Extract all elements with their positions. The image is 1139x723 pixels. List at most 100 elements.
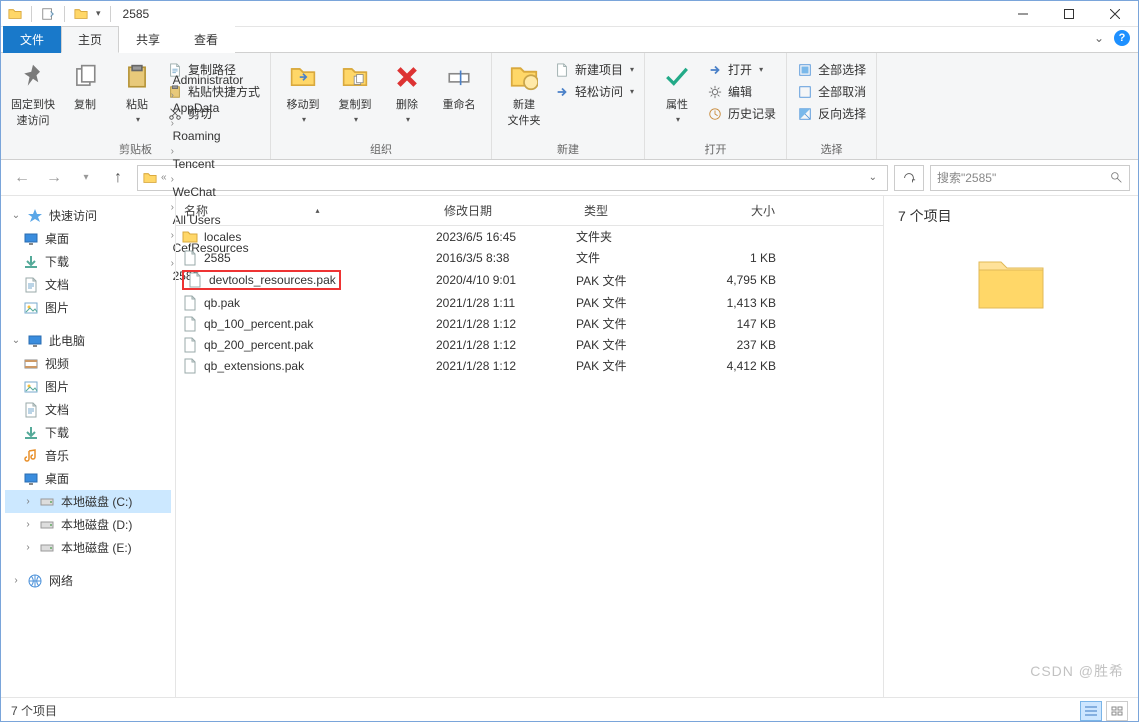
- file-icon: [182, 250, 198, 266]
- copy-to-button[interactable]: 复制到▾: [331, 57, 379, 124]
- close-button[interactable]: [1092, 1, 1138, 27]
- file-row[interactable]: qb.pak2021/1/28 1:11PAK 文件1,413 KB: [176, 292, 883, 313]
- file-date: 2023/6/5 16:45: [436, 230, 576, 244]
- breadcrumb-chevron-icon[interactable]: ›: [170, 174, 175, 185]
- tab-home[interactable]: 主页: [61, 26, 119, 53]
- file-icon: [187, 272, 203, 288]
- qat-properties-icon[interactable]: [38, 4, 58, 24]
- nav-disk-c[interactable]: ›本地磁盘 (C:): [5, 490, 171, 513]
- breadcrumb-segment[interactable]: Tencent: [170, 157, 252, 171]
- address-dropdown-icon[interactable]: ⌄: [863, 172, 883, 183]
- nav-disk-d[interactable]: ›本地磁盘 (D:): [5, 513, 171, 536]
- file-name: 2585: [204, 251, 231, 265]
- window-title: 2585: [119, 7, 150, 21]
- easy-access-button[interactable]: 轻松访问▾: [552, 82, 636, 101]
- address-folder-icon: [142, 171, 158, 185]
- ribbon-collapse-icon[interactable]: ⌄: [1094, 31, 1104, 45]
- tab-view[interactable]: 查看: [177, 26, 235, 53]
- nav-pc-pictures[interactable]: 图片: [5, 375, 171, 398]
- details-count: 7 个项目: [898, 206, 1124, 226]
- pin-to-quick-access-button[interactable]: 固定到快 速访问: [9, 57, 57, 128]
- pin-label: 固定到快 速访问: [11, 96, 55, 128]
- file-row[interactable]: locales2023/6/5 16:45文件夹: [176, 226, 883, 247]
- file-size: 1 KB: [696, 251, 796, 265]
- new-folder-button[interactable]: 新建 文件夹: [500, 57, 548, 128]
- nav-back-button[interactable]: ←: [9, 165, 35, 191]
- file-name: locales: [204, 230, 241, 244]
- nav-network[interactable]: ›网络: [5, 569, 171, 592]
- nav-forward-button[interactable]: →: [41, 165, 67, 191]
- breadcrumb-chevron-icon[interactable]: ›: [170, 118, 175, 129]
- breadcrumb-overflow[interactable]: «: [160, 172, 168, 183]
- minimize-button[interactable]: [1000, 1, 1046, 27]
- delete-icon: [391, 61, 423, 93]
- nav-qa-documents[interactable]: 文档📌: [5, 273, 171, 296]
- copy-button[interactable]: 复制: [61, 57, 109, 112]
- file-type: PAK 文件: [576, 357, 696, 374]
- nav-this-pc[interactable]: ⌄此电脑: [5, 329, 171, 352]
- refresh-button[interactable]: [894, 165, 924, 191]
- nav-up-button[interactable]: ↑: [105, 165, 131, 191]
- nav-disk-e[interactable]: ›本地磁盘 (E:): [5, 536, 171, 559]
- view-large-icons-button[interactable]: [1106, 701, 1128, 721]
- documents-icon: [23, 402, 39, 418]
- status-item-count: 7 个项目: [11, 702, 57, 719]
- rename-button[interactable]: 重命名: [435, 57, 483, 112]
- address-bar[interactable]: « Administrator›AppData›Roaming›Tencent›…: [137, 165, 888, 191]
- nav-pc-music[interactable]: 音乐: [5, 444, 171, 467]
- help-icon[interactable]: ?: [1114, 30, 1130, 46]
- invert-selection-button[interactable]: 反向选择: [795, 104, 868, 123]
- paste-label: 粘贴: [126, 96, 148, 112]
- file-row[interactable]: devtools_resources.pak2020/4/10 9:01PAK …: [176, 268, 883, 292]
- video-icon: [23, 356, 39, 372]
- nav-pc-downloads[interactable]: 下载: [5, 421, 171, 444]
- open-button[interactable]: 打开▾: [705, 60, 778, 79]
- new-item-button[interactable]: 新建项目▾: [552, 60, 636, 79]
- file-row[interactable]: qb_extensions.pak2021/1/28 1:12PAK 文件4,4…: [176, 355, 883, 376]
- nav-qa-pictures[interactable]: 图片📌: [5, 296, 171, 319]
- qat-newfolder-icon[interactable]: [71, 4, 91, 24]
- properties-button[interactable]: 属性▾: [653, 57, 701, 124]
- qat-overflow-icon[interactable]: ▾: [93, 8, 104, 19]
- invert-icon: [797, 106, 813, 122]
- file-row[interactable]: qb_100_percent.pak2021/1/28 1:12PAK 文件14…: [176, 313, 883, 334]
- search-input[interactable]: 搜索"2585": [930, 165, 1130, 191]
- edit-button[interactable]: 编辑: [705, 82, 778, 101]
- breadcrumb-segment[interactable]: AppData: [170, 101, 252, 115]
- col-size[interactable]: 大小: [696, 196, 796, 225]
- move-to-button[interactable]: 移动到▾: [279, 57, 327, 124]
- desktop-icon: [23, 471, 39, 487]
- nav-quick-access[interactable]: ⌄快速访问: [5, 204, 171, 227]
- file-date: 2021/1/28 1:12: [436, 317, 576, 331]
- paste-button[interactable]: 粘贴 ▾: [113, 57, 161, 124]
- nav-recent-button[interactable]: ▾: [73, 165, 99, 191]
- navigation-pane: ⌄快速访问 桌面📌 下载📌 文档📌 图片📌 ⌄此电脑 视频 图片 文档 下载 音…: [1, 196, 176, 697]
- breadcrumb-chevron-icon[interactable]: ›: [170, 146, 175, 157]
- select-none-button[interactable]: 全部取消: [795, 82, 868, 101]
- nav-qa-downloads[interactable]: 下载📌: [5, 250, 171, 273]
- nav-pc-desktop[interactable]: 桌面: [5, 467, 171, 490]
- file-date: 2016/3/5 8:38: [436, 251, 576, 265]
- ribbon-group-organize: 移动到▾ 复制到▾ 删除▾ 重命名 组织: [271, 53, 492, 159]
- breadcrumb-chevron-icon[interactable]: ›: [170, 90, 175, 101]
- nav-pc-videos[interactable]: 视频: [5, 352, 171, 375]
- col-name[interactable]: 名称▴: [176, 196, 436, 225]
- col-date[interactable]: 修改日期: [436, 196, 576, 225]
- file-row[interactable]: qb_200_percent.pak2021/1/28 1:12PAK 文件23…: [176, 334, 883, 355]
- view-details-button[interactable]: [1080, 701, 1102, 721]
- nav-qa-desktop[interactable]: 桌面📌: [5, 227, 171, 250]
- file-name: qb.pak: [204, 296, 240, 310]
- breadcrumb-segment[interactable]: Roaming: [170, 129, 252, 143]
- tab-share[interactable]: 共享: [119, 26, 177, 53]
- file-size: 4,795 KB: [696, 273, 796, 287]
- pc-icon: [27, 333, 43, 349]
- col-type[interactable]: 类型: [576, 196, 696, 225]
- select-all-button[interactable]: 全部选择: [795, 60, 868, 79]
- maximize-button[interactable]: [1046, 1, 1092, 27]
- tab-file[interactable]: 文件: [3, 26, 61, 53]
- file-row[interactable]: 25852016/3/5 8:38文件1 KB: [176, 247, 883, 268]
- delete-button[interactable]: 删除▾: [383, 57, 431, 124]
- breadcrumb-segment[interactable]: Administrator: [170, 73, 252, 87]
- nav-pc-documents[interactable]: 文档: [5, 398, 171, 421]
- history-button[interactable]: 历史记录: [705, 104, 778, 123]
